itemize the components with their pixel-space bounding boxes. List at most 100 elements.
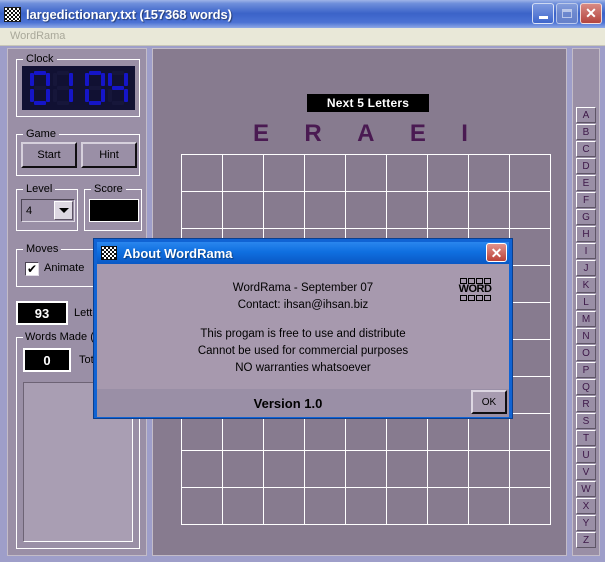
grid-cell[interactable] [346, 414, 386, 450]
level-dropdown[interactable]: 4 [21, 199, 75, 222]
grid-cell[interactable] [305, 488, 345, 524]
grid-cell[interactable] [428, 451, 468, 487]
grid-cell[interactable] [469, 414, 509, 450]
score-group: Score [84, 183, 142, 231]
level-value: 4 [26, 204, 33, 217]
grid-cell[interactable] [264, 414, 304, 450]
grid-cell[interactable] [469, 192, 509, 228]
letter-button-m[interactable]: M [576, 311, 596, 327]
grid-cell[interactable] [510, 377, 550, 413]
grid-cell[interactable] [510, 303, 550, 339]
grid-cell[interactable] [510, 155, 550, 191]
next-letter: I [461, 120, 468, 147]
grid-cell[interactable] [428, 155, 468, 191]
letter-button-l[interactable]: L [576, 294, 596, 310]
grid-cell[interactable] [305, 192, 345, 228]
letter-button-b[interactable]: B [576, 124, 596, 140]
grid-cell[interactable] [510, 414, 550, 450]
dialog-body: WordRama - September 07 Contact: ihsan@i… [97, 264, 509, 389]
grid-cell[interactable] [305, 414, 345, 450]
letter-button-c[interactable]: C [576, 141, 596, 157]
grid-cell[interactable] [387, 414, 427, 450]
dialog-title-bar[interactable]: About WordRama ✕ [97, 242, 509, 264]
grid-cell[interactable] [346, 451, 386, 487]
animate-label: Animate [44, 262, 85, 274]
hint-button[interactable]: Hint [81, 142, 137, 168]
ok-button[interactable]: OK [471, 390, 507, 414]
start-button[interactable]: Start [21, 142, 77, 168]
grid-cell[interactable] [223, 451, 263, 487]
letter-button-a[interactable]: A [576, 107, 596, 123]
grid-cell[interactable] [510, 229, 550, 265]
grid-cell[interactable] [469, 488, 509, 524]
grid-cell[interactable] [264, 451, 304, 487]
letter-button-d[interactable]: D [576, 158, 596, 174]
letter-button-n[interactable]: N [576, 328, 596, 344]
maximize-button[interactable] [556, 3, 578, 24]
letter-button-x[interactable]: X [576, 498, 596, 514]
letter-button-w[interactable]: W [576, 481, 596, 497]
grid-cell[interactable] [387, 451, 427, 487]
grid-cell[interactable] [264, 488, 304, 524]
letter-button-e[interactable]: E [576, 175, 596, 191]
grid-cell[interactable] [305, 155, 345, 191]
grid-cell[interactable] [346, 192, 386, 228]
grid-cell[interactable] [510, 266, 550, 302]
letter-button-p[interactable]: P [576, 362, 596, 378]
letter-button-z[interactable]: Z [576, 532, 596, 548]
grid-cell[interactable] [182, 488, 222, 524]
grid-cell[interactable] [387, 155, 427, 191]
grid-cell[interactable] [510, 340, 550, 376]
letter-button-k[interactable]: K [576, 277, 596, 293]
menu-item-wordrama[interactable]: WordRama [3, 29, 72, 44]
grid-cell[interactable] [510, 488, 550, 524]
letter-button-g[interactable]: G [576, 209, 596, 225]
next-letter: E [253, 120, 270, 147]
letter-button-v[interactable]: V [576, 464, 596, 480]
grid-cell[interactable] [182, 155, 222, 191]
letter-button-t[interactable]: T [576, 430, 596, 446]
grid-cell[interactable] [182, 192, 222, 228]
grid-cell[interactable] [428, 414, 468, 450]
letter-button-s[interactable]: S [576, 413, 596, 429]
grid-cell[interactable] [469, 155, 509, 191]
minimize-button[interactable] [532, 3, 554, 24]
letter-button-o[interactable]: O [576, 345, 596, 361]
window-title-bar[interactable]: largedictionary.txt (157368 words) ✕ [0, 0, 605, 28]
grid-cell[interactable] [305, 451, 345, 487]
letter-button-q[interactable]: Q [576, 379, 596, 395]
grid-cell[interactable] [428, 488, 468, 524]
dialog-line-3: This progam is free to use and distribut… [200, 328, 406, 340]
grid-cell[interactable] [510, 451, 550, 487]
dialog-text-block: WordRama - September 07 Contact: ihsan@i… [97, 280, 509, 377]
grid-cell[interactable] [182, 414, 222, 450]
grid-cell[interactable] [510, 192, 550, 228]
grid-cell[interactable] [387, 488, 427, 524]
letter-button-h[interactable]: H [576, 226, 596, 242]
dialog-close-button[interactable]: ✕ [486, 243, 507, 262]
animate-checkbox[interactable]: ✔ [25, 262, 39, 276]
grid-cell[interactable] [428, 192, 468, 228]
grid-cell[interactable] [346, 155, 386, 191]
letter-button-j[interactable]: J [576, 260, 596, 276]
grid-cell[interactable] [469, 451, 509, 487]
grid-cell[interactable] [223, 488, 263, 524]
letter-button-y[interactable]: Y [576, 515, 596, 531]
chevron-down-icon[interactable] [54, 201, 73, 220]
grid-cell[interactable] [223, 414, 263, 450]
grid-cell[interactable] [223, 192, 263, 228]
letter-button-f[interactable]: F [576, 192, 596, 208]
grid-cell[interactable] [264, 155, 304, 191]
client-area: Clock Game Start Hint Level 4 Score Move… [2, 46, 603, 560]
letter-button-r[interactable]: R [576, 396, 596, 412]
letter-button-i[interactable]: I [576, 243, 596, 259]
letter-button-u[interactable]: U [576, 447, 596, 463]
grid-cell[interactable] [182, 451, 222, 487]
grid-cell[interactable] [346, 488, 386, 524]
grid-cell[interactable] [264, 192, 304, 228]
letters-remaining-display: 93 [16, 301, 68, 325]
checker-grid-icon [4, 6, 21, 22]
grid-cell[interactable] [387, 192, 427, 228]
close-button[interactable]: ✕ [580, 3, 602, 24]
grid-cell[interactable] [223, 155, 263, 191]
